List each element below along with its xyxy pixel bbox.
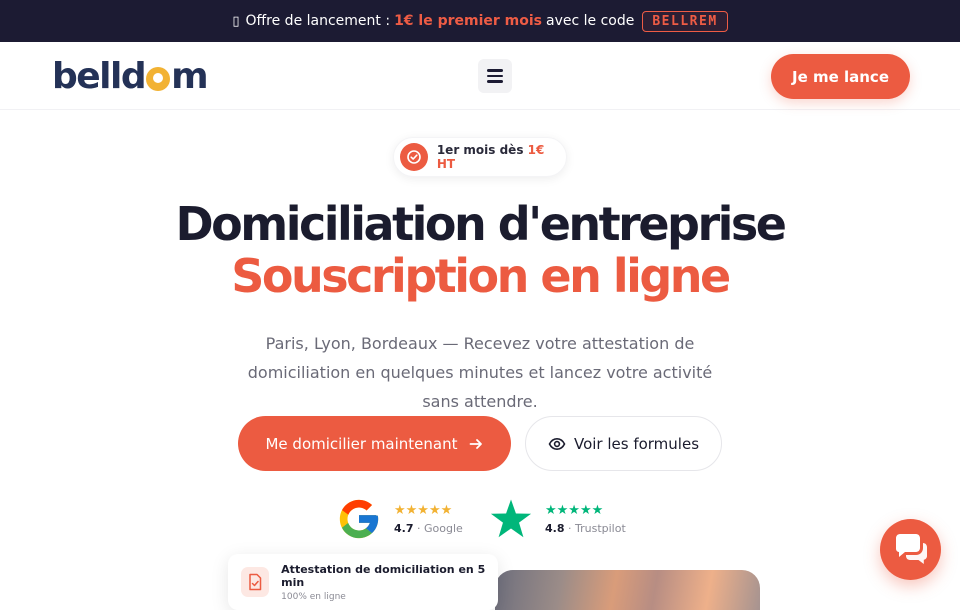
trustpilot-score: 4.8 xyxy=(545,521,565,535)
trustpilot-star-icon xyxy=(490,499,532,538)
google-source: Google xyxy=(424,521,463,535)
trustpilot-rating[interactable]: ★★★★★ 4.8 · Trustpilot xyxy=(489,498,626,540)
chat-button[interactable] xyxy=(880,519,941,580)
hero-title-accent: Souscription en ligne xyxy=(231,249,731,303)
location-pin-icon xyxy=(146,66,171,91)
check-circle-icon xyxy=(400,143,428,171)
attestation-subtitle: 100% en ligne xyxy=(281,591,346,602)
logo-text-right: m xyxy=(171,56,209,97)
eye-icon xyxy=(548,437,566,450)
gift-icon: ▯ xyxy=(232,13,240,29)
offer-text: 1er mois dès xyxy=(436,143,524,157)
voir-formules-label: Voir les formules xyxy=(573,434,700,453)
promo-middle: avec le code xyxy=(546,13,635,29)
promo-banner: ▯ Offre de lancement : 1€ le premier moi… xyxy=(0,0,960,42)
document-icon xyxy=(241,567,270,597)
promo-prefix: Offre de lancement : xyxy=(245,13,391,29)
google-g-icon xyxy=(339,499,379,539)
promo-code[interactable]: BELLREM xyxy=(642,10,728,32)
chat-bubbles-icon xyxy=(895,533,927,564)
arrow-right-icon xyxy=(469,438,482,449)
domicilier-button-label: Me domicilier maintenant xyxy=(265,434,458,453)
je-me-lance-button[interactable]: Je me lance xyxy=(771,54,910,99)
hero-title: Domiciliation d'entreprise Souscription … xyxy=(30,198,930,302)
trustpilot-stars: ★★★★★ xyxy=(545,502,604,518)
offer-badge: 1er mois dès 1€ HT xyxy=(393,137,567,177)
attestation-title: Attestation de domiciliation en 5 min xyxy=(281,562,486,589)
promo-highlight: 1€ le premier mois xyxy=(394,13,543,29)
google-rating[interactable]: ★★★★★ 4.7 · Google xyxy=(336,496,463,542)
logo[interactable]: belld m xyxy=(52,56,209,97)
trustpilot-source: Trustpilot xyxy=(575,521,626,535)
hero-image xyxy=(495,570,760,610)
attestation-card: Attestation de domiciliation en 5 min 10… xyxy=(228,554,498,610)
voir-formules-button[interactable]: Voir les formules xyxy=(525,416,722,471)
hero-subtitle: Paris, Lyon, Bordeaux — Recevez votre at… xyxy=(247,334,713,411)
hamburger-menu-icon[interactable] xyxy=(478,59,512,93)
google-score: 4.7 xyxy=(394,521,414,535)
site-header: belld m Je me lance xyxy=(0,42,960,110)
google-stars: ★★★★★ xyxy=(394,502,453,518)
logo-text-left: belld xyxy=(52,56,147,97)
domicilier-button[interactable]: Me domicilier maintenant xyxy=(238,416,511,471)
hero-title-main: Domiciliation d'entreprise xyxy=(175,197,787,251)
